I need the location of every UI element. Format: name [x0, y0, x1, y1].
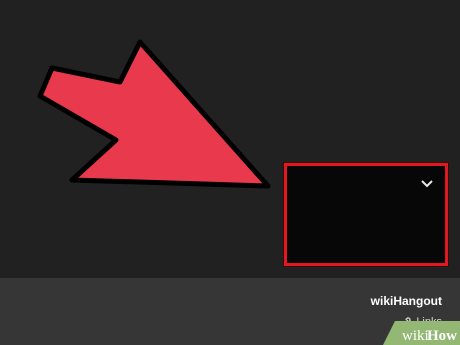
- watermark-text-how: How: [427, 328, 457, 344]
- video-stage: [0, 0, 460, 278]
- participant-footer: wikiHangout Links wiki How: [0, 278, 460, 345]
- channel-name: wikiHangout: [370, 294, 442, 308]
- video-tile[interactable]: [284, 163, 448, 266]
- chevron-down-icon[interactable]: [421, 180, 433, 188]
- watermark-text-wiki: wiki: [402, 328, 429, 344]
- wikihow-watermark: wiki How: [383, 321, 460, 345]
